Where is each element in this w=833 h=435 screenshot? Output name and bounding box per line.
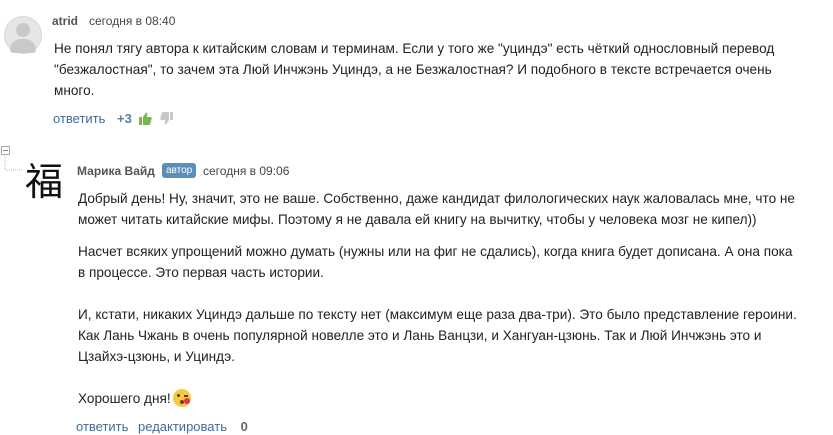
reply-link[interactable]: ответить: [76, 419, 128, 434]
comment-actions: ответить редактировать 0: [76, 419, 248, 434]
comment-time: сегодня в 08:40: [89, 14, 176, 28]
closing-text: Хорошего дня!: [78, 391, 171, 406]
default-avatar[interactable]: [4, 16, 42, 54]
comment-author[interactable]: atrid: [52, 14, 78, 28]
thumbs-up-icon[interactable]: [139, 112, 153, 125]
comment-line: Не понял тягу автора к китайским словам …: [54, 41, 775, 56]
comment-score: +3: [117, 111, 132, 126]
author-badge: автор: [162, 163, 197, 178]
comment-line: Цзайхэ-цзюнь, и Уциндэ.: [78, 349, 235, 364]
comment-line: много.: [54, 83, 95, 98]
edit-link[interactable]: редактировать: [138, 419, 227, 434]
comment-line: Добрый день! Ну, значит, это не ваше. Со…: [78, 191, 795, 206]
author-avatar-fu-glyph[interactable]: 福: [22, 160, 66, 204]
thread-line: [4, 156, 22, 171]
comment-body: Не понял тягу автора к китайским словам …: [54, 38, 829, 101]
comment-time: сегодня в 09:06: [203, 164, 290, 178]
comment-score: 0: [240, 419, 248, 434]
comment-author[interactable]: Марика Вайд: [77, 164, 155, 178]
comment-paragraph-3: И, кстати, никаких Уциндэ дальше по текс…: [78, 304, 830, 367]
comment-line: "безжалостная", то зачем эта Люй Инчжэнь…: [54, 62, 772, 77]
reply-link[interactable]: ответить: [53, 111, 105, 126]
avatar-head-shape: [16, 23, 30, 37]
comment-paragraph-2: Насчет всяких упрощений можно думать (ну…: [78, 241, 830, 283]
thumbs-down-icon[interactable]: [160, 112, 174, 125]
comment-actions: ответить +3: [53, 111, 174, 126]
comment-line: И, кстати, никаких Уциндэ дальше по текс…: [78, 307, 797, 322]
comment-line: Как Лань Чжань в очень популярной новелл…: [78, 328, 762, 343]
comment-paragraph-1: Добрый день! Ну, значит, это не ваше. Со…: [78, 188, 830, 230]
kiss-emoji-icon: [172, 389, 191, 407]
comment-line: в процессе. Это первая часть истории.: [78, 265, 324, 280]
comment-closing: Хорошего дня!: [78, 388, 191, 409]
comment-line: может читать китайские мифы. Поэтому я н…: [78, 212, 757, 227]
collapse-toggle-icon[interactable]: [1, 146, 10, 155]
comment-marika: 福 Марика Вайд автор сегодня в 09:06 Добр…: [0, 140, 833, 435]
comment-line: Насчет всяких упрощений можно думать (ну…: [78, 244, 793, 259]
avatar-shoulders-shape: [10, 39, 36, 53]
comment-atrid: atrid сегодня в 08:40 Не понял тягу авто…: [0, 0, 833, 140]
